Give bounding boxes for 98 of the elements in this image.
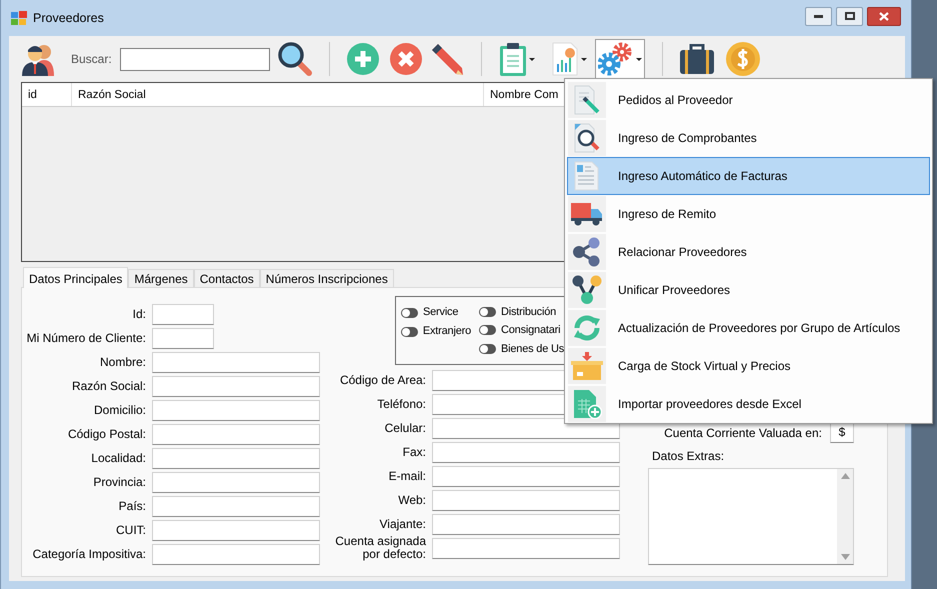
users-icon[interactable] <box>21 42 57 76</box>
field-label: Id: <box>132 306 147 323</box>
field-label: Cuenta Corriente Valuada en: <box>664 424 822 442</box>
toggle-switch[interactable] <box>479 307 496 318</box>
refresh-icon <box>572 313 602 343</box>
input-field[interactable] <box>432 538 620 558</box>
menu-item[interactable]: Importar proveedores desde Excel <box>567 385 930 423</box>
field-label: Razón Social: <box>70 378 147 395</box>
scroll-up-icon[interactable] <box>840 473 850 479</box>
merge-icon <box>572 275 602 305</box>
input-field[interactable] <box>152 544 320 564</box>
share-icon <box>572 237 602 267</box>
input-field[interactable] <box>432 490 620 510</box>
field-label: Teléfono: <box>376 398 427 410</box>
search-label: Buscar: <box>71 51 112 68</box>
currency-field[interactable]: $ <box>830 422 854 443</box>
caret-icon <box>580 58 587 60</box>
scrollbar[interactable] <box>837 469 853 564</box>
caret-icon <box>636 58 642 60</box>
field-label: Domicilio: <box>92 402 147 419</box>
minimize-button[interactable] <box>805 6 832 26</box>
input-field[interactable] <box>152 424 320 444</box>
toggle-switch[interactable] <box>401 326 418 336</box>
input-field[interactable] <box>432 466 620 486</box>
field-label: Mi Número de Cliente: <box>26 330 147 347</box>
column-header[interactable]: Razón Social <box>72 83 484 106</box>
caret-icon <box>528 58 535 60</box>
field-label: Viajante: <box>378 518 427 530</box>
field-label: Web: <box>397 494 427 506</box>
input-field[interactable] <box>152 376 320 396</box>
toggle-switch[interactable] <box>479 344 496 354</box>
toggle-label: Distribución <box>501 304 556 320</box>
menu-item[interactable]: Pedidos al Proveedor <box>567 81 930 119</box>
field-label: Celular: <box>384 422 427 434</box>
tab[interactable]: Números Inscripciones <box>260 269 394 287</box>
menu-item[interactable]: Relacionar Proveedores <box>567 233 930 271</box>
field-label: Código de Area: <box>338 374 427 386</box>
input-field[interactable] <box>152 304 214 324</box>
settings-dropdown-button[interactable] <box>594 39 645 79</box>
truck-icon <box>571 201 603 227</box>
tab[interactable]: Datos Principales <box>23 267 128 288</box>
box-icon <box>571 351 603 381</box>
field-label: País: <box>118 498 147 515</box>
spreadsheet-add-icon <box>572 389 602 419</box>
field-label: CUIT: <box>115 522 147 539</box>
field-label: Localidad: <box>90 450 147 467</box>
menu-item[interactable]: Ingreso Automático de Facturas <box>567 157 930 195</box>
maximize-icon <box>844 12 854 20</box>
input-field[interactable] <box>432 442 620 462</box>
toggle-switch[interactable] <box>401 308 418 318</box>
menu-item[interactable]: Ingreso de Remito <box>567 195 930 233</box>
minimize-icon <box>814 14 823 18</box>
field-label: E-mail: <box>388 470 427 482</box>
input-field[interactable] <box>432 418 620 438</box>
document-search-icon <box>572 123 602 153</box>
delete-icon[interactable] <box>390 43 422 75</box>
field-label: Código Postal: <box>66 426 147 443</box>
input-field[interactable] <box>152 448 320 468</box>
clipboard-dropdown-button[interactable] <box>498 42 535 76</box>
toggle-label: Bienes de Us <box>501 342 564 357</box>
field-label: Cuenta asignada por defecto: <box>334 535 427 561</box>
field-label: Datos Extras: <box>651 448 726 465</box>
input-field[interactable] <box>432 514 620 534</box>
add-icon[interactable] <box>346 43 379 75</box>
input-field[interactable] <box>152 352 320 372</box>
toggle-label: Extranjero <box>422 324 471 340</box>
maximize-button[interactable] <box>836 6 863 26</box>
input-field[interactable] <box>152 328 214 348</box>
field-label: Fax: <box>402 446 427 458</box>
toggle-label: Consignatari <box>501 323 560 338</box>
input-field[interactable] <box>152 496 320 516</box>
menu-item[interactable]: Unificar Proveedores <box>567 271 930 309</box>
toggle-label: Service <box>423 305 458 320</box>
column-header[interactable]: id <box>22 83 72 106</box>
chart-dropdown-button[interactable] <box>550 42 587 76</box>
menu-item[interactable]: Carga de Stock Virtual y Precios <box>567 347 930 385</box>
input-field[interactable] <box>152 520 320 540</box>
tab[interactable]: Contactos <box>194 269 260 287</box>
window-title: Proveedores <box>33 10 104 27</box>
menu-item[interactable]: Actualización de Proveedores por Grupo de Artículos <box>567 309 930 347</box>
toggle-switch[interactable] <box>479 325 496 336</box>
close-icon <box>879 12 889 20</box>
close-button[interactable] <box>867 6 901 26</box>
input-field[interactable] <box>152 472 320 492</box>
search-field[interactable] <box>120 48 270 70</box>
input-field[interactable] <box>152 400 320 420</box>
tab[interactable]: Márgenes <box>128 269 194 287</box>
briefcase-icon[interactable] <box>680 44 714 74</box>
search-icon[interactable] <box>278 42 312 76</box>
field-label: Categoría Impositiva: <box>32 546 147 563</box>
field-label: Nombre: <box>98 354 147 371</box>
app-icon <box>11 11 27 25</box>
field-label: Provincia: <box>92 474 147 491</box>
scroll-down-icon[interactable] <box>840 554 850 560</box>
pencil-icon[interactable] <box>430 42 464 76</box>
menu-item[interactable]: Ingreso de Comprobantes <box>567 119 930 157</box>
document-pen-icon <box>572 85 602 115</box>
coin-icon[interactable] <box>726 42 760 76</box>
